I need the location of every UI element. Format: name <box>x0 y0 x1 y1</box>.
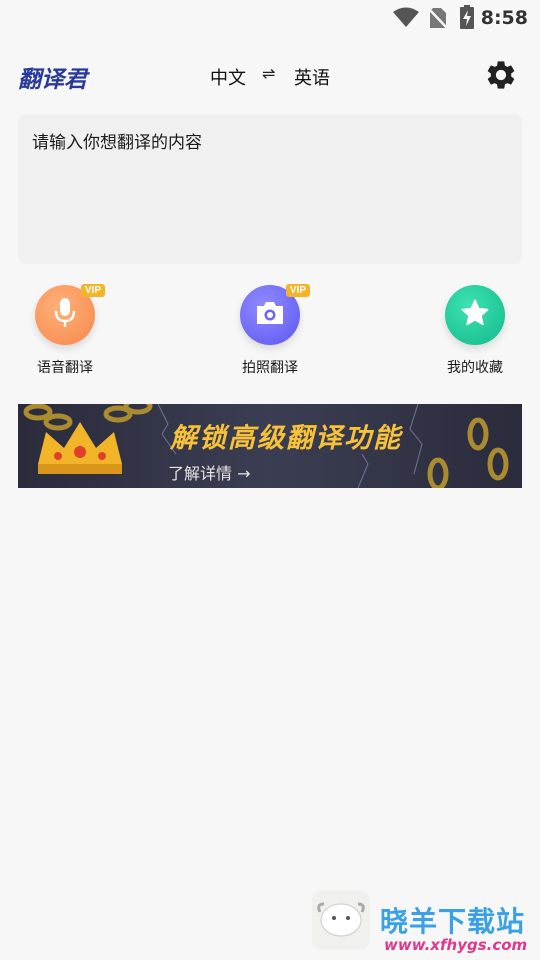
photo-translate-button[interactable]: VIP 拍照翻译 <box>215 284 325 377</box>
photo-translate-circle: VIP <box>240 284 310 345</box>
status-bar: 8:58 <box>0 0 540 36</box>
no-sim-icon <box>428 7 448 33</box>
voice-translate-button[interactable]: VIP 语音翻译 <box>10 284 120 377</box>
favorites-button[interactable]: 我的收藏 <box>420 285 530 377</box>
premium-banner[interactable]: 解锁高级翻译功能 了解详情 → <box>18 404 522 488</box>
vip-badge: VIP <box>80 284 105 297</box>
translation-input-box <box>18 114 522 264</box>
banner-title: 解锁高级翻译功能 <box>170 423 402 454</box>
gear-icon[interactable] <box>484 58 518 92</box>
watermark-site-url: www.xfhygs.com <box>384 936 528 954</box>
favorites-label: 我的收藏 <box>447 360 503 376</box>
battery-charging-icon <box>460 5 474 33</box>
app-logo: 翻译君 <box>18 67 87 93</box>
crown-icon <box>38 422 122 474</box>
swap-languages-icon[interactable]: ⇌ <box>262 64 275 83</box>
watermark-site-name: 晓羊下载站 <box>380 905 526 938</box>
wifi-icon <box>392 6 420 32</box>
translation-input[interactable] <box>18 114 522 264</box>
banner-learn-more-link[interactable]: 了解详情 → <box>168 460 251 484</box>
favorites-circle <box>445 285 505 345</box>
photo-translate-label: 拍照翻译 <box>242 360 298 376</box>
source-language-button[interactable]: 中文 <box>210 64 246 90</box>
voice-translate-label: 语音翻译 <box>37 360 93 376</box>
microphone-icon <box>53 297 77 333</box>
star-icon <box>460 298 490 332</box>
target-language-button[interactable]: 英语 <box>294 64 330 90</box>
status-time: 8:58 <box>480 7 528 29</box>
sheep-logo-icon <box>312 890 370 950</box>
vip-badge: VIP <box>285 284 310 297</box>
camera-icon <box>254 300 286 330</box>
app-header: 翻译君 中文 ⇌ 英语 <box>0 52 540 98</box>
voice-translate-circle: VIP <box>35 284 105 345</box>
